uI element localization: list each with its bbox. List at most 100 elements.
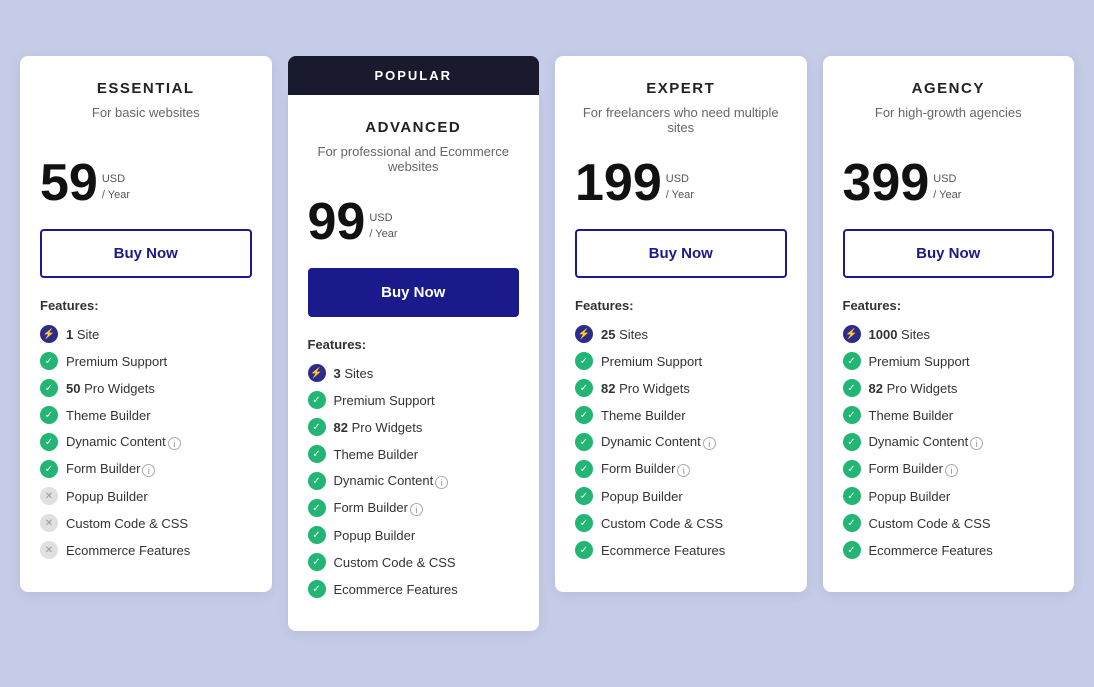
check-icon: ✓ [843,460,861,478]
feature-text: 3 Sites [334,366,374,381]
feature-text: 82 Pro Widgets [601,381,690,396]
feature-text: Ecommerce Features [334,582,458,597]
feature-text: Premium Support [601,354,702,369]
feature-item: ✓ Form Builderi [843,460,1055,478]
check-icon: ✓ [308,553,326,571]
feature-item: ✓ Dynamic Contenti [843,433,1055,451]
feature-text: Custom Code & CSS [869,516,991,531]
plan-wrapper-expert: EXPERTFor freelancers who need multiple … [555,56,807,592]
feature-text: Premium Support [66,354,167,369]
feature-text: Dynamic Contenti [869,434,984,449]
feature-text: Theme Builder [66,408,151,423]
feature-text: Dynamic Contenti [66,434,181,449]
feature-item: ✓ Dynamic Contenti [40,433,252,451]
check-icon: ✓ [40,379,58,397]
x-icon: ✕ [40,487,58,505]
plan-name-agency: AGENCY [843,80,1055,97]
feature-item: ✓ Theme Builder [40,406,252,424]
feature-item: ⚡ 1000 Sites [843,325,1055,343]
plan-desc-agency: For high-growth agencies [843,105,1055,141]
price-row-agency: 399 USD/ Year [843,157,1055,209]
feature-text: Form Builderi [601,461,690,476]
plan-name-advanced: ADVANCED [308,119,520,136]
price-number-essential: 59 [40,157,98,209]
info-icon: i [435,476,448,489]
price-suffix-essential: USD/ Year [102,172,130,203]
price-suffix-expert: USD/ Year [666,172,694,203]
info-icon: i [970,437,983,450]
buy-btn-essential[interactable]: Buy Now [40,229,252,278]
plan-wrapper-essential: ESSENTIALFor basic websites 59 USD/ Year… [20,56,272,592]
info-icon: i [945,464,958,477]
check-icon: ✓ [308,580,326,598]
feature-item: ✓ Dynamic Contenti [308,472,520,490]
price-number-expert: 199 [575,157,662,209]
price-suffix-advanced: USD/ Year [369,211,397,242]
check-icon: ✓ [40,352,58,370]
feature-item: ✓ Popup Builder [575,487,787,505]
plan-desc-essential: For basic websites [40,105,252,141]
check-icon: ✓ [843,433,861,451]
check-icon: ✓ [843,352,861,370]
feature-text: Theme Builder [334,447,419,462]
check-icon: ✓ [843,487,861,505]
buy-btn-agency[interactable]: Buy Now [843,229,1055,278]
feature-item: ✓ 82 Pro Widgets [575,379,787,397]
check-icon: ✓ [843,514,861,532]
check-icon: ✓ [575,352,593,370]
feature-item: ✓ Ecommerce Features [308,580,520,598]
feature-item: ✓ Custom Code & CSS [308,553,520,571]
check-icon: ✓ [40,406,58,424]
feature-text: Ecommerce Features [869,543,993,558]
features-label-advanced: Features: [308,337,520,352]
feature-item: ✓ Form Builderi [40,460,252,478]
feature-text: Theme Builder [869,408,954,423]
check-icon: ✓ [843,406,861,424]
feature-item: ✓ Premium Support [40,352,252,370]
check-icon: ✓ [575,406,593,424]
feature-text: Form Builderi [66,461,155,476]
check-icon: ✓ [575,379,593,397]
check-icon: ✓ [843,379,861,397]
check-icon: ✓ [575,487,593,505]
info-icon: i [703,437,716,450]
price-row-essential: 59 USD/ Year [40,157,252,209]
feature-text: Popup Builder [334,528,416,543]
info-icon: i [168,437,181,450]
feature-item: ✓ Form Builderi [575,460,787,478]
buy-btn-expert[interactable]: Buy Now [575,229,787,278]
feature-text: 25 Sites [601,327,648,342]
feature-item: ✓ Ecommerce Features [843,541,1055,559]
feature-text: 82 Pro Widgets [334,420,423,435]
x-icon: ✕ [40,514,58,532]
feature-text: Ecommerce Features [66,543,190,558]
feature-text: Theme Builder [601,408,686,423]
check-icon: ✓ [843,541,861,559]
check-icon: ✓ [308,418,326,436]
feature-item: ⚡ 1 Site [40,325,252,343]
features-label-expert: Features: [575,298,787,313]
feature-text: 1 Site [66,327,99,342]
check-icon: ✓ [575,514,593,532]
bolt-icon: ⚡ [843,325,861,343]
feature-item: ✓ Premium Support [843,352,1055,370]
info-icon: i [677,464,690,477]
check-icon: ✓ [308,445,326,463]
check-icon: ✓ [308,499,326,517]
feature-text: 82 Pro Widgets [869,381,958,396]
feature-item: ⚡ 3 Sites [308,364,520,382]
feature-text: Popup Builder [869,489,951,504]
plan-desc-advanced: For professional and Ecommerce websites [308,144,520,180]
feature-item: ✓ Popup Builder [843,487,1055,505]
features-label-agency: Features: [843,298,1055,313]
feature-item: ✕ Ecommerce Features [40,541,252,559]
feature-item: ✕ Popup Builder [40,487,252,505]
plan-card-agency: AGENCY For high-growth agencies 399 USD/ … [823,56,1075,592]
popular-badge: POPULAR [288,56,540,95]
feature-text: Popup Builder [66,489,148,504]
feature-item: ✓ Form Builderi [308,499,520,517]
feature-item: ✓ Premium Support [575,352,787,370]
feature-text: Dynamic Contenti [334,473,449,488]
buy-btn-advanced[interactable]: Buy Now [308,268,520,317]
plan-card-expert: EXPERTFor freelancers who need multiple … [555,56,807,592]
